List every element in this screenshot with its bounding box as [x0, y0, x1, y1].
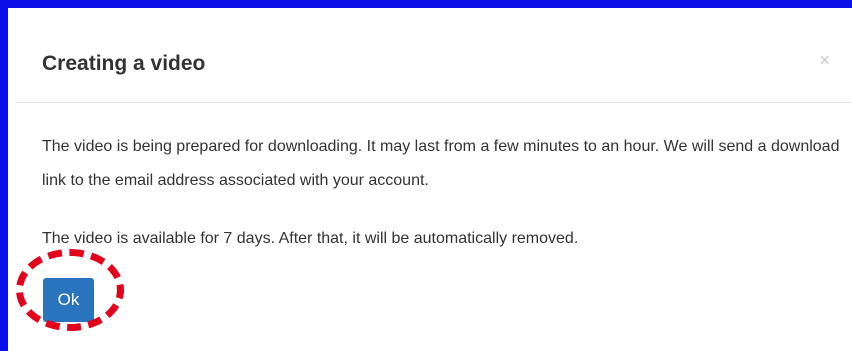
ok-button[interactable]: Ok — [43, 278, 94, 322]
screenshot-frame: Creating a video × The video is being pr… — [0, 0, 852, 351]
close-icon[interactable]: × — [819, 50, 830, 70]
creating-video-dialog: Creating a video × The video is being pr… — [16, 16, 852, 351]
dialog-message-preparing: The video is being prepared for download… — [42, 138, 840, 189]
dialog-title: Creating a video — [42, 52, 206, 75]
dialog-header: Creating a video × — [16, 16, 852, 103]
dialog-message-availability: The video is available for 7 days. After… — [42, 230, 579, 247]
